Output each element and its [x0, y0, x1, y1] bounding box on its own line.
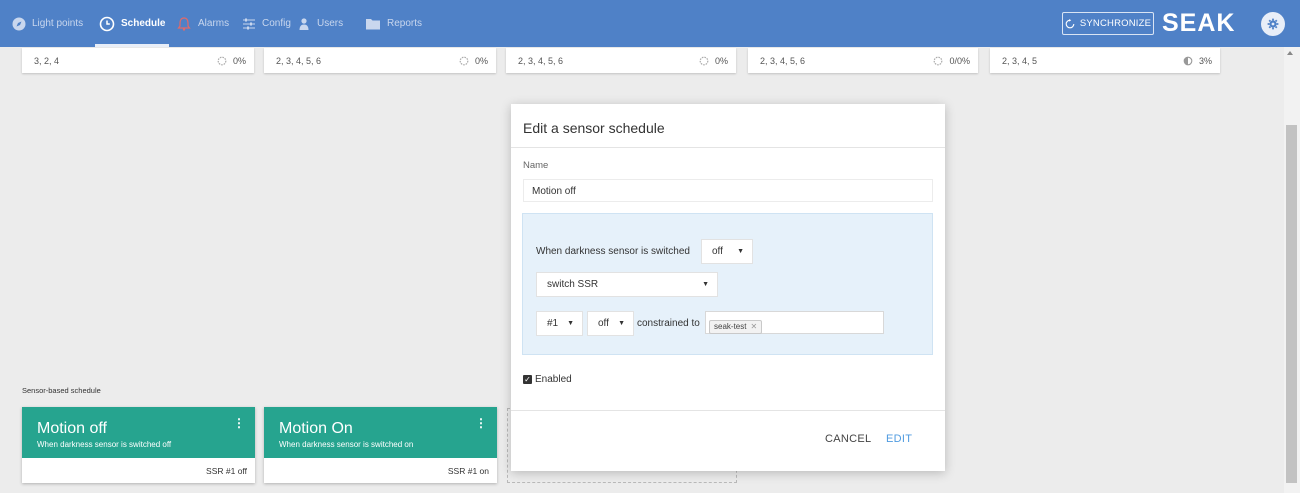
light-card[interactable]: 2, 3, 4, 5, 6 0% [264, 48, 496, 73]
sync-icon [1065, 18, 1075, 28]
action-value: switch SSR [547, 279, 599, 290]
schedule-card-header: Motion off When darkness sensor is switc… [22, 407, 255, 458]
brand-logo: SEAK [1162, 9, 1236, 37]
nav-label: Alarms [198, 18, 230, 29]
nav-label: Light points [32, 18, 84, 29]
scroll-up-icon[interactable] [1287, 51, 1293, 55]
card-value: 3% [1198, 56, 1212, 66]
more-options-icon[interactable]: ⋮ [233, 416, 245, 430]
name-input[interactable]: Motion off [523, 179, 933, 202]
bell-icon [177, 16, 191, 31]
schedule-card-footer: SSR #1 off [206, 466, 247, 476]
state-select[interactable]: off ▼ [587, 311, 634, 336]
nav-label: Reports [387, 18, 423, 29]
card-days: 3, 2, 4 [34, 56, 60, 66]
light-card[interactable]: 3, 2, 4 0% [22, 48, 254, 73]
nav-label: Schedule [121, 18, 166, 29]
ssr-value: #1 [547, 318, 559, 329]
edit-schedule-dialog: Edit a sensor schedule Name Motion off W… [511, 104, 945, 471]
nav-label: Config [262, 18, 291, 29]
nav-reports[interactable]: Reports [365, 0, 422, 47]
synchronize-button[interactable]: SYNCHRONIZE [1062, 12, 1154, 35]
compass-icon [12, 17, 26, 30]
divider [511, 410, 945, 411]
active-tab-indicator [95, 44, 170, 47]
top-nav-bar: Light points Schedule Alarms Config User… [0, 0, 1300, 47]
light-card[interactable]: 2, 3, 4, 5, 6 0/0% [748, 48, 978, 73]
enabled-checkbox[interactable]: ✓ [523, 375, 532, 384]
caret-down-icon: ▼ [618, 320, 625, 327]
caret-down-icon: ▼ [702, 281, 709, 288]
half-dimmer-icon [1183, 56, 1193, 66]
ssr-select[interactable]: #1 ▼ [536, 311, 583, 336]
section-title: Sensor-based schedule [22, 386, 101, 395]
card-value: 0% [232, 56, 246, 66]
schedule-card-header: Motion On When darkness sensor is switch… [264, 407, 497, 458]
nav-light-points[interactable]: Light points [12, 0, 83, 47]
tag-label: seak-test [714, 322, 747, 331]
nav-users[interactable]: Users [297, 0, 343, 47]
schedule-card-subtitle: When darkness sensor is switched on [279, 440, 414, 449]
nav-label: Users [317, 18, 344, 29]
schedule-card-footer: SSR #1 on [447, 466, 489, 476]
schedule-card-subtitle: When darkness sensor is switched off [37, 440, 172, 449]
enabled-checkbox-row[interactable]: ✓ Enabled [523, 374, 572, 385]
card-value: 0/0% [949, 56, 970, 66]
card-value: 0% [714, 56, 728, 66]
schedule-card[interactable]: Motion On When darkness sensor is switch… [264, 407, 497, 483]
constraint-tag: seak-test ✕ [709, 319, 763, 334]
cancel-button[interactable]: CANCEL [825, 433, 871, 445]
user-icon [299, 17, 309, 30]
state-value: off [598, 318, 609, 329]
divider [511, 147, 945, 148]
card-value: 0% [474, 56, 488, 66]
dialog-title: Edit a sensor schedule [523, 120, 665, 136]
card-days: 2, 3, 4, 5, 6 [518, 56, 564, 66]
enabled-label: Enabled [535, 374, 572, 385]
condition-value: off [712, 246, 723, 257]
edit-button[interactable]: EDIT [886, 433, 912, 445]
card-days: 2, 3, 4, 5, 6 [276, 56, 322, 66]
synchronize-label: SYNCHRONIZE [1079, 18, 1152, 29]
dimmer-icon [459, 56, 469, 66]
sliders-icon [243, 18, 255, 29]
nav-config[interactable]: Config [242, 0, 291, 47]
more-options-icon[interactable]: ⋮ [475, 416, 487, 430]
settings-button[interactable] [1261, 12, 1285, 36]
schedule-card-title: Motion On [279, 420, 353, 437]
light-card[interactable]: 2, 3, 4, 5, 6 0% [506, 48, 736, 73]
gear-icon [1267, 18, 1279, 30]
nav-schedule[interactable]: Schedule [95, 0, 170, 47]
nav-alarms[interactable]: Alarms [176, 0, 229, 47]
dimmer-icon [699, 56, 709, 66]
rule-editor: When darkness sensor is switched off ▼ sw… [522, 213, 933, 355]
dimmer-icon [217, 56, 227, 66]
constraint-tag-input[interactable]: seak-test ✕ [705, 311, 884, 334]
light-card[interactable]: 2, 3, 4, 5 3% [990, 48, 1220, 73]
clock-icon [99, 16, 115, 31]
condition-select[interactable]: off ▼ [701, 239, 753, 264]
schedule-card[interactable]: Motion off When darkness sensor is switc… [22, 407, 255, 483]
scrollbar-thumb[interactable] [1286, 125, 1297, 483]
remove-tag-icon[interactable]: ✕ [750, 322, 757, 331]
folder-icon [366, 18, 380, 29]
action-select[interactable]: switch SSR ▼ [536, 272, 718, 297]
name-label: Name [523, 160, 549, 171]
constrained-text: constrained to [637, 318, 700, 329]
schedule-card-title: Motion off [37, 420, 107, 437]
caret-down-icon: ▼ [737, 248, 744, 255]
dimmer-icon [934, 56, 943, 66]
card-days: 2, 3, 4, 5 [1002, 56, 1038, 66]
card-days: 2, 3, 4, 5, 6 [760, 56, 806, 66]
condition-text: When darkness sensor is switched [536, 246, 690, 257]
caret-down-icon: ▼ [567, 320, 574, 327]
